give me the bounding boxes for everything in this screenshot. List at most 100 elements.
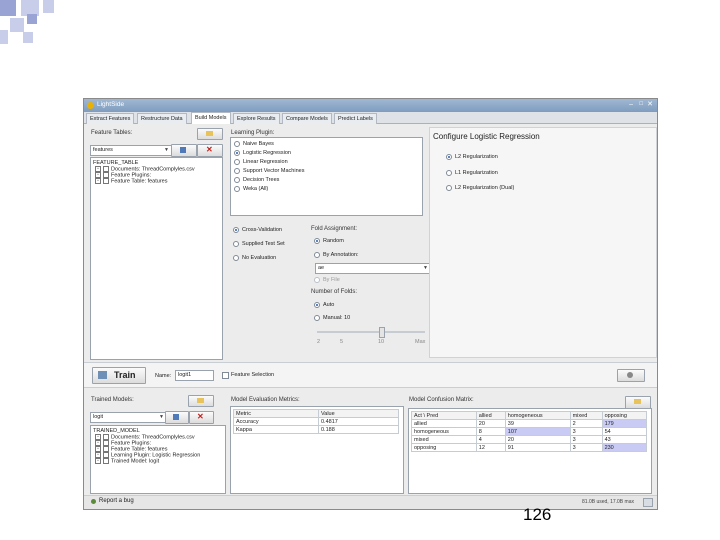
table-cell: 0.188: [318, 425, 399, 434]
radio-folds-auto[interactable]: [314, 302, 320, 308]
tree-node-label: Feature Table: features: [111, 178, 168, 185]
report-bug-link[interactable]: Report a bug: [99, 498, 134, 504]
folder-icon: [634, 399, 641, 404]
learning-option-label: Naive Bayes: [243, 141, 274, 147]
column-header[interactable]: Value: [318, 409, 399, 418]
model-name-input[interactable]: logit1: [175, 370, 214, 381]
radio-folds-manual[interactable]: [314, 315, 320, 321]
tab-compare-models[interactable]: Compare Models: [282, 113, 332, 124]
column-header[interactable]: mixed: [569, 411, 603, 420]
table-cell: 39: [504, 419, 571, 428]
folds-slider[interactable]: [317, 327, 427, 341]
close-button[interactable]: ✕: [647, 100, 653, 108]
train-button-label: Train: [114, 370, 136, 380]
table-cell: 8: [475, 427, 506, 436]
chevron-down-icon: ▼: [164, 147, 169, 153]
tab-restructure-data[interactable]: Restructure Data: [137, 113, 187, 124]
radio-decision-trees[interactable]: [234, 177, 240, 183]
expand-icon[interactable]: +: [95, 458, 101, 464]
tab-predict-labels[interactable]: Predict Labels: [334, 113, 377, 124]
l1-regularization-label: L1 Regularization: [455, 170, 498, 176]
tab-build-models[interactable]: Build Models: [191, 112, 231, 124]
radio-cross-validation[interactable]: [233, 227, 239, 233]
feature-selection-checkbox[interactable]: [222, 372, 229, 379]
maximize-button[interactable]: □: [639, 101, 643, 107]
feature-table-select[interactable]: features ▼: [90, 145, 172, 156]
radio-logistic-regression[interactable]: [234, 150, 240, 156]
train-button[interactable]: Train: [92, 367, 146, 384]
confusion-matrix-table: Act \ Pred allied homogeneous mixed oppo…: [411, 411, 648, 452]
column-header[interactable]: opposing: [601, 411, 648, 420]
slider-thumb[interactable]: [379, 327, 385, 338]
table-cell: 20: [475, 419, 506, 428]
memory-readout: 81.0B used, 17.0B max: [582, 499, 634, 505]
column-header[interactable]: Act \ Pred: [411, 411, 477, 420]
app-logo-icon: [87, 102, 94, 109]
save-model-button[interactable]: [165, 411, 189, 424]
radio-l2-dual[interactable]: [446, 185, 452, 191]
delete-feature-table-button[interactable]: ✕: [197, 144, 223, 157]
tab-extract-features[interactable]: Extract Features: [86, 113, 135, 124]
tree-node[interactable]: + Feature Table: features: [95, 178, 167, 184]
radio-l2-regularization[interactable]: [446, 154, 452, 160]
radio-l1-regularization[interactable]: [446, 170, 452, 176]
table-row[interactable]: Kappa 0.188: [233, 425, 399, 434]
radio-supplied-test-set[interactable]: [233, 241, 239, 247]
radio-weka[interactable]: [234, 186, 240, 192]
tab-explore-results[interactable]: Explore Results: [233, 113, 280, 124]
radio-no-evaluation[interactable]: [233, 255, 239, 261]
train-icon: [98, 371, 107, 379]
radio-linear-regression[interactable]: [234, 159, 240, 165]
learning-option-label: Logistic Regression: [243, 150, 291, 156]
load-feature-table-button[interactable]: [197, 128, 223, 140]
slide-number: 126: [523, 505, 552, 524]
tree-node-label: Trained Model: logit: [111, 458, 160, 465]
radio-fold-random[interactable]: [314, 238, 320, 244]
number-of-folds-label: Number of Folds:: [311, 289, 358, 295]
tree-node[interactable]: + Trained Model: logit: [95, 458, 159, 464]
radio-fold-by-file[interactable]: [314, 277, 320, 283]
save-feature-table-button[interactable]: [171, 144, 197, 157]
decor-square: [0, 0, 16, 16]
l2-dual-label: L2 Regularization (Dual): [455, 185, 515, 191]
table-row[interactable]: homogeneous 8 107 3 54: [411, 427, 648, 436]
folds-manual-label: Manual: 10: [323, 315, 351, 321]
radio-fold-annotation[interactable]: [314, 252, 320, 258]
table-row[interactable]: mixed 4 20 3 43: [411, 435, 648, 444]
column-header[interactable]: homogeneous: [504, 411, 571, 420]
no-evaluation-label: No Evaluation: [242, 255, 277, 261]
learning-plugin-label: Learning Plugin:: [231, 130, 275, 136]
trained-model-select[interactable]: logit ▼: [90, 412, 167, 423]
trained-model-tree[interactable]: TRAINED_MODEL + Documents: ThreadComplyle…: [90, 425, 226, 494]
annotation-select[interactable]: ae ▼: [315, 263, 431, 274]
table-cell: 20: [504, 435, 571, 444]
radio-svm[interactable]: [234, 168, 240, 174]
train-status-button[interactable]: [617, 369, 645, 382]
load-model-button[interactable]: [188, 395, 214, 407]
learning-option-label: Support Vector Machines: [243, 168, 305, 174]
chevron-down-icon: ▼: [159, 414, 164, 420]
table-row[interactable]: Accuracy 0.4817: [233, 417, 399, 426]
folder-icon: [197, 398, 204, 403]
decor-square: [43, 0, 54, 13]
radio-naive-bayes[interactable]: [234, 141, 240, 147]
table-cell: 12: [475, 443, 506, 452]
column-header[interactable]: allied: [475, 411, 506, 420]
expand-icon[interactable]: +: [95, 178, 101, 184]
delete-model-button[interactable]: ✕: [189, 411, 214, 424]
supplied-test-set-label: Supplied Test Set: [242, 241, 285, 247]
column-header[interactable]: Metric: [233, 409, 319, 418]
confusion-matrix-panel: Act \ Pred allied homogeneous mixed oppo…: [408, 408, 652, 494]
model-icon: [103, 458, 109, 464]
fold-assignment-label: Fold Assignment:: [311, 226, 358, 232]
minimize-button[interactable]: –: [629, 101, 633, 108]
feature-table-tree[interactable]: FEATURE_TABLE + Documents: ThreadComplyle…: [90, 157, 223, 360]
table-row[interactable]: opposing 12 91 3 230: [411, 443, 648, 452]
bug-icon: [91, 499, 96, 504]
decor-square: [27, 14, 37, 24]
slider-tick-label: 5: [340, 339, 344, 345]
learning-option-label: Linear Regression: [243, 159, 288, 165]
table-row[interactable]: allied 20 39 2 179: [411, 419, 648, 428]
lightside-window: LightSide – □ ✕ Extract Features Restruc…: [83, 98, 658, 510]
learning-option-label: Decision Trees: [243, 177, 280, 183]
